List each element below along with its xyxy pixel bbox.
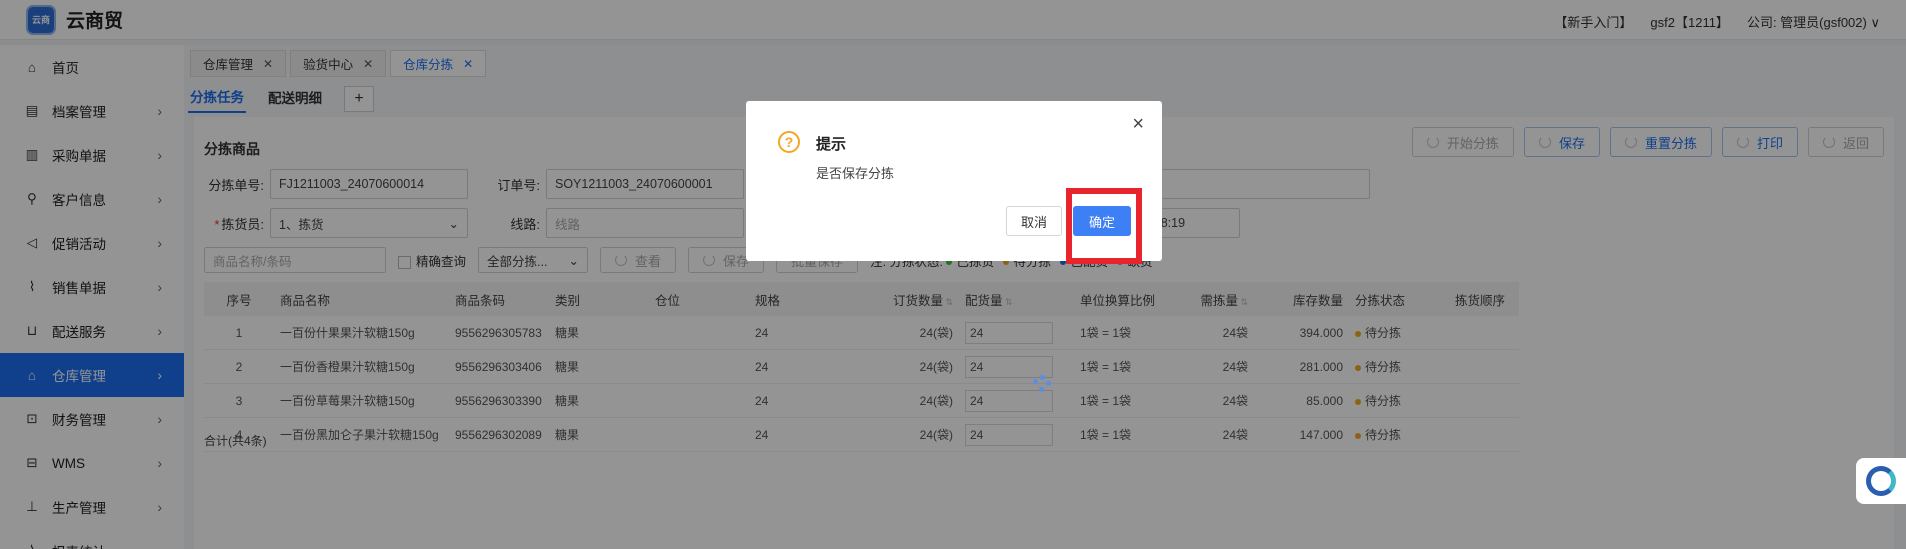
spinner-dot	[1040, 375, 1045, 380]
spinner-dot	[1033, 379, 1038, 384]
assistant-icon	[1866, 466, 1896, 496]
floating-assistant-button[interactable]	[1856, 458, 1906, 504]
cancel-button[interactable]: 取消	[1006, 206, 1062, 236]
question-icon: ?	[778, 131, 800, 153]
highlight-box	[1066, 188, 1142, 264]
spinner-dot	[1039, 387, 1044, 392]
loading-spinner-icon	[1033, 375, 1053, 395]
dialog-message: 是否保存分拣	[816, 166, 895, 181]
modal-overlay[interactable]	[0, 0, 1906, 549]
close-icon[interactable]: ×	[1132, 113, 1144, 136]
dialog-title: 提示	[816, 136, 847, 153]
spinner-dot	[1046, 381, 1051, 386]
